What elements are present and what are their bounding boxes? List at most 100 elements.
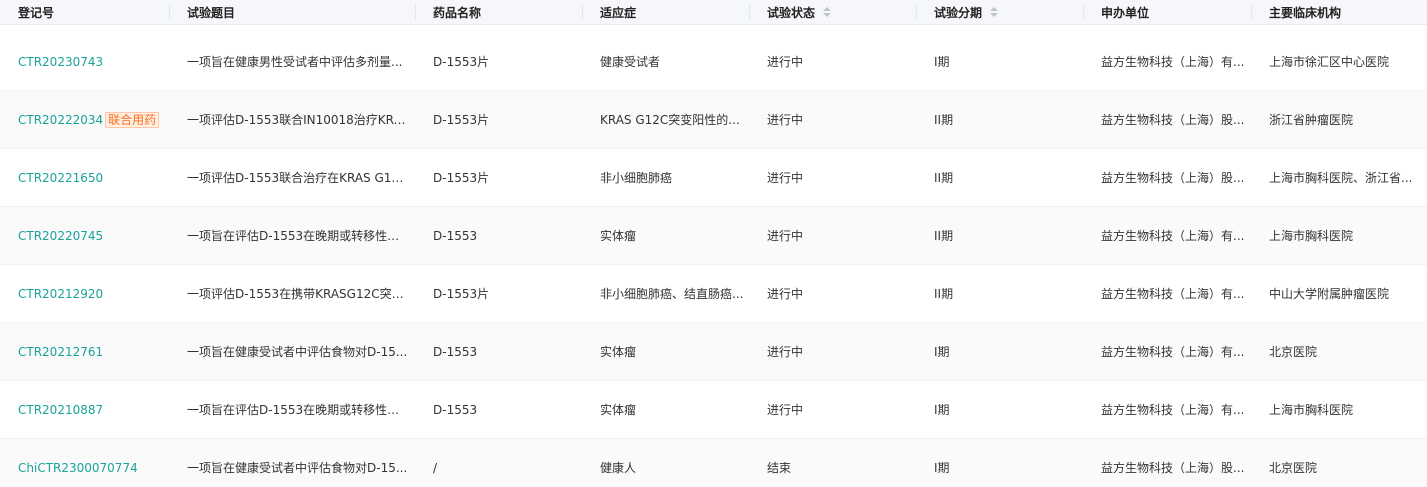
site-text: 上海市胸科医院 [1269, 229, 1354, 243]
sponsor-cell: 益方生物科技（上海）股... [1083, 91, 1251, 148]
drug-cell: / [415, 439, 582, 487]
sponsor-cell: 益方生物科技（上海）股... [1083, 439, 1251, 487]
indication-cell: KRAS G12C突变阳性的... [582, 91, 749, 148]
header-sponsor-label: 申办单位 [1101, 5, 1150, 20]
status-text: 进行中 [767, 287, 804, 301]
indication-cell: 非小细胞肺癌 [582, 149, 749, 206]
site-text: 浙江省肿瘤医院 [1269, 113, 1354, 127]
status-text: 进行中 [767, 55, 804, 69]
drug-text: D-1553片 [433, 55, 490, 69]
reg-no-link[interactable]: CTR20210887 [18, 403, 103, 417]
reg-no-link[interactable]: CTR20212920 [18, 287, 103, 301]
header-status[interactable]: 试验状态 [749, 0, 916, 24]
drug-text: D-1553片 [433, 113, 490, 127]
header-site-label: 主要临床机构 [1269, 5, 1342, 20]
reg-no-cell: CTR20210887 [0, 381, 169, 438]
table-row: CTR20212920 一项评估D-1553在携带KRASG12C突变... D… [0, 265, 1427, 323]
header-indication: 适应症 [582, 0, 749, 24]
header-drug: 药品名称 [415, 0, 582, 24]
indication-cell: 非小细胞肺癌、结直肠癌... [582, 265, 749, 322]
sponsor-text: 益方生物科技（上海）股... [1101, 171, 1245, 185]
indication-cell: 实体瘤 [582, 381, 749, 438]
phase-cell: II期 [916, 265, 1083, 322]
drug-text: D-1553 [433, 344, 478, 359]
status-cell: 进行中 [749, 265, 916, 322]
reg-no-cell: CTR20220745 [0, 207, 169, 264]
indication-text: 健康受试者 [600, 55, 661, 69]
reg-no-cell: CTR20221650 [0, 149, 169, 206]
title-text: 一项旨在健康受试者中评估食物对D-15... [187, 461, 408, 475]
status-cell: 进行中 [749, 323, 916, 380]
drug-text: D-1553片 [433, 287, 490, 301]
sponsor-cell: 益方生物科技（上海）有... [1083, 323, 1251, 380]
sponsor-text: 益方生物科技（上海）有... [1101, 287, 1245, 301]
status-text: 进行中 [767, 113, 804, 127]
reg-no-link[interactable]: CTR20212761 [18, 345, 103, 359]
sponsor-text: 益方生物科技（上海）股... [1101, 461, 1245, 475]
status-cell: 进行中 [749, 207, 916, 264]
phase-text: I期 [934, 461, 950, 475]
site-text: 北京医院 [1269, 461, 1318, 475]
title-cell: 一项旨在评估D-1553在晚期或转移性实... [169, 207, 415, 264]
title-text: 一项旨在评估D-1553在晚期或转移性实... [187, 403, 409, 417]
indication-text: 实体瘤 [600, 345, 637, 359]
sponsor-cell: 益方生物科技（上海）股... [1083, 149, 1251, 206]
drug-cell: D-1553 [415, 207, 582, 264]
title-text: 一项评估D-1553联合IN10018治疗KRA... [187, 113, 409, 127]
header-drug-label: 药品名称 [433, 5, 482, 20]
drug-text: D-1553片 [433, 171, 490, 185]
phase-text: II期 [934, 171, 954, 185]
reg-no-link[interactable]: CTR20222034 [18, 113, 103, 127]
title-cell: 一项评估D-1553联合IN10018治疗KRA... [169, 91, 415, 148]
phase-text: II期 [934, 229, 954, 243]
phase-text: I期 [934, 345, 950, 359]
sponsor-cell: 益方生物科技（上海）有... [1083, 265, 1251, 322]
site-cell: 北京医院 [1251, 323, 1427, 380]
reg-no-link[interactable]: CTR20220745 [18, 229, 103, 243]
sponsor-text: 益方生物科技（上海）有... [1101, 55, 1245, 69]
phase-cell: II期 [916, 149, 1083, 206]
title-cell: 一项旨在健康受试者中评估食物对D-15... [169, 439, 415, 487]
site-text: 上海市徐汇区中心医院 [1269, 55, 1390, 69]
drug-cell: D-1553 [415, 381, 582, 438]
trials-table: 登记号 试验题目 药品名称 适应症 试验状态 试验分期 申办单位 主要临床机构 … [0, 0, 1427, 487]
status-text: 进行中 [767, 403, 804, 417]
header-title: 试验题目 [169, 0, 415, 24]
table-row: CTR20210887 一项旨在评估D-1553在晚期或转移性实... D-15… [0, 381, 1427, 439]
status-cell: 结束 [749, 439, 916, 487]
sort-icon[interactable] [823, 7, 832, 17]
phase-cell: I期 [916, 381, 1083, 438]
sponsor-text: 益方生物科技（上海）股... [1101, 113, 1245, 127]
status-cell: 进行中 [749, 381, 916, 438]
site-cell: 浙江省肿瘤医院 [1251, 91, 1427, 148]
table-row: CTR20222034 联合用药 一项评估D-1553联合IN10018治疗KR… [0, 91, 1427, 149]
phase-cell: II期 [916, 91, 1083, 148]
status-text: 进行中 [767, 229, 804, 243]
title-text: 一项评估D-1553联合治疗在KRAS G12... [187, 171, 409, 185]
site-cell: 上海市胸科医院 [1251, 207, 1427, 264]
reg-no-cell: CTR20222034 联合用药 [0, 91, 169, 148]
status-text: 进行中 [767, 171, 804, 185]
header-phase[interactable]: 试验分期 [916, 0, 1083, 24]
table-row: CTR20220745 一项旨在评估D-1553在晚期或转移性实... D-15… [0, 207, 1427, 265]
drug-text: D-1553 [433, 228, 478, 243]
header-indication-label: 适应症 [600, 5, 637, 20]
reg-no-link[interactable]: CTR20221650 [18, 171, 103, 185]
table-row: CTR20212761 一项旨在健康受试者中评估食物对D-15... D-155… [0, 323, 1427, 381]
reg-no-link[interactable]: ChiCTR2300070774 [18, 461, 138, 475]
site-text: 北京医院 [1269, 345, 1318, 359]
phase-text: I期 [934, 55, 950, 69]
indication-text: 非小细胞肺癌 [600, 171, 673, 185]
drug-cell: D-1553片 [415, 33, 582, 90]
title-cell: 一项评估D-1553联合治疗在KRAS G12... [169, 149, 415, 206]
header-phase-label: 试验分期 [934, 5, 983, 20]
header-reg-no-label: 登记号 [18, 5, 55, 20]
title-text: 一项旨在健康受试者中评估食物对D-15... [187, 345, 408, 359]
phase-text: I期 [934, 403, 950, 417]
sponsor-cell: 益方生物科技（上海）有... [1083, 33, 1251, 90]
table-header: 登记号 试验题目 药品名称 适应症 试验状态 试验分期 申办单位 主要临床机构 [0, 0, 1427, 25]
title-cell: 一项旨在评估D-1553在晚期或转移性实... [169, 381, 415, 438]
reg-no-link[interactable]: CTR20230743 [18, 55, 103, 69]
sort-icon[interactable] [990, 7, 999, 17]
drug-cell: D-1553 [415, 323, 582, 380]
